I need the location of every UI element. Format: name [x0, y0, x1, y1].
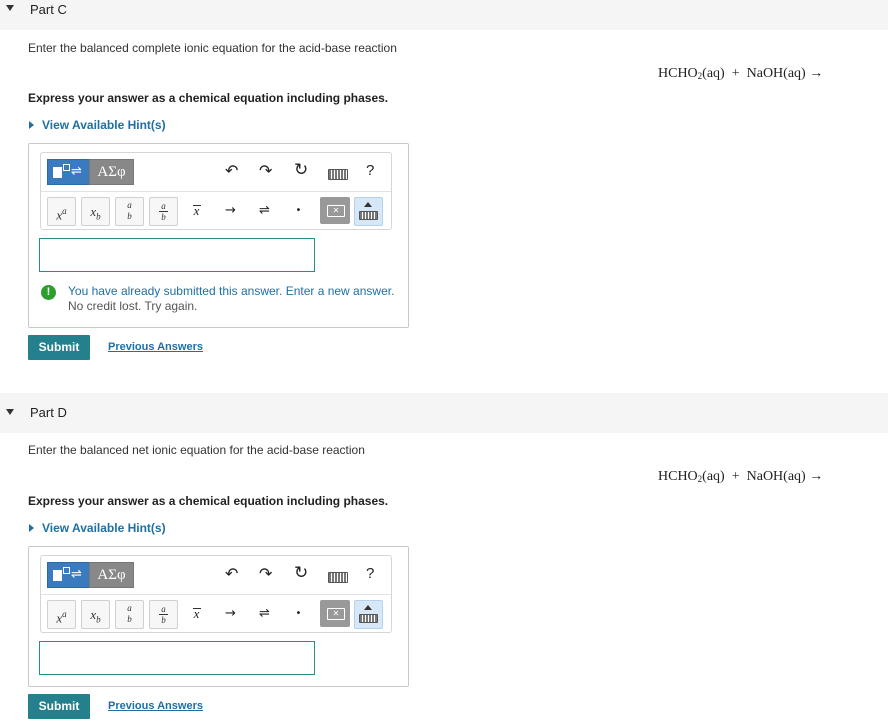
template-button[interactable]: ⇌: [47, 562, 90, 588]
reaction-arrow: →: [809, 469, 824, 484]
part-title: Part D: [30, 405, 67, 420]
backspace-icon: ✕: [327, 205, 345, 217]
answer-input[interactable]: [39, 641, 315, 675]
backspace-icon: ✕: [327, 608, 345, 620]
warning-message: You have already submitted this answer. …: [68, 284, 395, 298]
greek-symbols-button[interactable]: ΑΣφ: [89, 562, 134, 588]
redo-icon[interactable]: ↷: [259, 564, 272, 583]
expand-triangle-icon: [29, 523, 34, 532]
template-icon: [53, 167, 62, 178]
warning-icon: !: [41, 285, 56, 300]
reaction-arrow-button[interactable]: →: [217, 600, 244, 627]
reaction-arrow-button[interactable]: →: [217, 197, 244, 224]
vector-button[interactable]: x: [183, 600, 210, 627]
undo-icon[interactable]: ↶: [225, 161, 238, 180]
vector-button[interactable]: x: [183, 197, 210, 224]
view-hints-link[interactable]: View Available Hint(s): [29, 521, 166, 535]
keyboard-toggle-button[interactable]: [354, 600, 383, 629]
subscript-button[interactable]: xb: [81, 600, 110, 629]
collapse-caret-icon[interactable]: [6, 409, 14, 415]
answer-editor: ⇌ ΑΣφ ↶ ↷ ↻ ? xa xb a b a b x → ⇌ • ✕: [28, 143, 409, 328]
fraction-button[interactable]: a b: [149, 197, 178, 226]
collapse-caret-icon[interactable]: [6, 5, 14, 11]
keyboard-icon[interactable]: [328, 169, 348, 180]
reaction-arrow: →: [809, 66, 824, 81]
previous-answers-link[interactable]: Previous Answers: [108, 341, 203, 353]
view-hints-link[interactable]: View Available Hint(s): [29, 118, 166, 132]
backspace-button[interactable]: ✕: [320, 600, 350, 627]
previous-answers-link[interactable]: Previous Answers: [108, 700, 203, 712]
backspace-button[interactable]: ✕: [320, 197, 350, 224]
submit-button[interactable]: Submit: [28, 694, 90, 719]
answer-instruction: Express your answer as a chemical equati…: [28, 91, 389, 105]
stacked-button[interactable]: a b: [115, 197, 144, 226]
keyboard-toggle-button[interactable]: [354, 197, 383, 226]
dot-button[interactable]: •: [285, 197, 312, 224]
fraction-button[interactable]: a b: [149, 600, 178, 629]
keyboard-toggle-icon: [359, 614, 378, 623]
reset-icon[interactable]: ↻: [294, 563, 308, 583]
superscript-button[interactable]: xa: [47, 197, 76, 226]
dot-button[interactable]: •: [285, 600, 312, 627]
math-toolbar: ⇌ ΑΣφ ↶ ↷ ↻ ? xa xb a b a b x → ⇌ • ✕: [40, 152, 392, 230]
undo-icon[interactable]: ↶: [225, 564, 238, 583]
reaction-equation: HCHO2(aq) + NaOH(aq) →: [658, 469, 824, 484]
submit-button[interactable]: Submit: [28, 335, 90, 360]
template-button[interactable]: ⇌: [47, 159, 90, 185]
reset-icon[interactable]: ↻: [294, 160, 308, 180]
keyboard-toggle-icon: [359, 211, 378, 220]
equilibrium-button[interactable]: ⇌: [251, 197, 278, 224]
help-icon[interactable]: ?: [366, 565, 374, 582]
help-icon[interactable]: ?: [366, 162, 374, 179]
redo-icon[interactable]: ↷: [259, 161, 272, 180]
part-d-header[interactable]: Part D: [0, 393, 888, 433]
reaction-equation: HCHO2(aq) + NaOH(aq) →: [658, 66, 824, 81]
superscript-button[interactable]: xa: [47, 600, 76, 629]
answer-editor: ⇌ ΑΣφ ↶ ↷ ↻ ? xa xb a b a b x → ⇌ • ✕: [28, 546, 409, 687]
greek-symbols-button[interactable]: ΑΣφ: [89, 159, 134, 185]
equilibrium-button[interactable]: ⇌: [251, 600, 278, 627]
stacked-button[interactable]: a b: [115, 600, 144, 629]
question-prompt: Enter the balanced complete ionic equati…: [28, 41, 397, 55]
math-toolbar: ⇌ ΑΣφ ↶ ↷ ↻ ? xa xb a b a b x → ⇌ • ✕: [40, 555, 392, 633]
warning-subtext: No credit lost. Try again.: [68, 299, 198, 313]
part-c-header[interactable]: Part C: [0, 0, 888, 30]
expand-triangle-icon: [29, 120, 34, 129]
template-icon: [53, 570, 62, 581]
answer-input[interactable]: [39, 238, 315, 272]
keyboard-icon[interactable]: [328, 572, 348, 583]
answer-instruction: Express your answer as a chemical equati…: [28, 494, 389, 508]
question-prompt: Enter the balanced net ionic equation fo…: [28, 443, 365, 457]
subscript-button[interactable]: xb: [81, 197, 110, 226]
part-title: Part C: [30, 2, 67, 17]
